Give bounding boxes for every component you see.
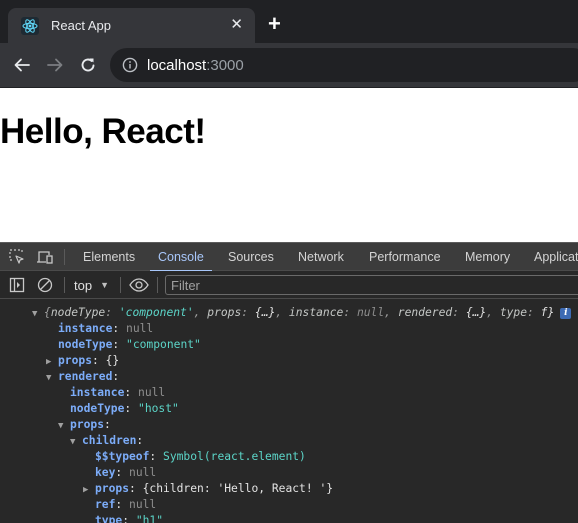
eye-icon[interactable] — [129, 276, 149, 294]
tab-sources[interactable]: Sources — [228, 243, 274, 271]
devtools-tab-bar: Elements Console Sources Network Perform… — [0, 243, 578, 272]
tab-console[interactable]: Console — [150, 243, 212, 272]
console-toolbar: top ▼ — [0, 271, 578, 299]
tab-network[interactable]: Network — [298, 243, 344, 271]
tree-row: nodeType: "component" — [58, 338, 201, 351]
page-heading: Hello, React! — [0, 112, 206, 151]
tree-row: instance: null — [70, 386, 166, 399]
tree-row[interactable]: ▼ children: — [70, 433, 143, 449]
sidebar-toggle-icon[interactable] — [8, 276, 26, 294]
tab-strip: React App ✕ + — [0, 0, 578, 43]
device-toolbar-icon[interactable] — [36, 248, 54, 266]
url-port: :3000 — [206, 56, 244, 74]
toolbar-separator — [64, 249, 65, 265]
tree-row[interactable]: ▼ props: — [58, 417, 111, 433]
browser-tab[interactable]: React App ✕ — [8, 8, 255, 43]
browser-toolbar: localhost:3000 — [0, 43, 578, 131]
tree-row: instance: null — [58, 322, 154, 335]
url-host: localhost — [147, 56, 207, 74]
console-output: ▼ {nodeType: 'component', props: {…}, ins… — [0, 300, 578, 523]
expanded-triangle-icon[interactable]: ▼ — [58, 418, 70, 434]
plus-icon[interactable]: + — [268, 12, 281, 36]
arrow-left-icon[interactable] — [11, 54, 33, 76]
collapsed-triangle-icon[interactable]: ▶ — [46, 354, 58, 370]
devtools-panel: Elements Console Sources Network Perform… — [0, 242, 578, 523]
tab-application[interactable]: Application — [534, 243, 578, 271]
tree-row[interactable]: ▶ props: {} — [46, 353, 119, 369]
tab-elements[interactable]: Elements — [83, 243, 135, 271]
tree-row[interactable]: ▶ props: {children: 'Hello, React! '} — [83, 481, 333, 497]
tab-performance[interactable]: Performance — [369, 243, 441, 271]
info-icon[interactable] — [122, 57, 138, 73]
clear-console-icon[interactable] — [36, 276, 54, 294]
collapsed-triangle-icon[interactable]: ▶ — [83, 482, 95, 498]
expanded-triangle-icon[interactable]: ▼ — [46, 370, 58, 386]
address-bar[interactable]: localhost:3000 — [110, 48, 578, 82]
inspect-element-icon[interactable] — [8, 248, 26, 266]
toolbar-separator — [64, 277, 65, 293]
tree-row: ref: null — [95, 498, 157, 511]
expanded-triangle-icon[interactable]: ▼ — [32, 306, 44, 322]
arrow-right-icon[interactable] — [44, 54, 66, 76]
console-filter-input[interactable] — [165, 275, 578, 295]
tree-row: nodeType: "host" — [70, 402, 179, 415]
console-object-summary[interactable]: ▼ {nodeType: 'component', props: {…}, ins… — [32, 305, 572, 322]
object-preview: {nodeType: 'component', props: {…}, inst… — [44, 306, 555, 319]
context-value: top — [74, 277, 93, 293]
tree-row[interactable]: ▼ rendered: — [46, 369, 119, 385]
caret-down-icon: ▼ — [100, 280, 109, 290]
tree-row: type: "h1" — [95, 514, 164, 523]
context-selector[interactable]: top ▼ — [74, 277, 109, 293]
tab-memory[interactable]: Memory — [465, 243, 510, 271]
tree-row: $$typeof: Symbol(react.element) — [95, 450, 306, 463]
page-viewport: Hello, React! — [0, 88, 578, 242]
react-logo-icon — [21, 16, 39, 35]
toolbar-separator — [120, 277, 121, 293]
reload-icon[interactable] — [77, 54, 99, 76]
expanded-triangle-icon[interactable]: ▼ — [70, 434, 82, 450]
tab-title: React App — [51, 18, 111, 33]
url-text: localhost:3000 — [147, 57, 244, 74]
toolbar-separator — [157, 277, 158, 293]
tree-row: key: null — [95, 466, 157, 479]
info-badge-icon[interactable]: i — [560, 307, 572, 319]
close-icon[interactable]: ✕ — [230, 17, 243, 33]
